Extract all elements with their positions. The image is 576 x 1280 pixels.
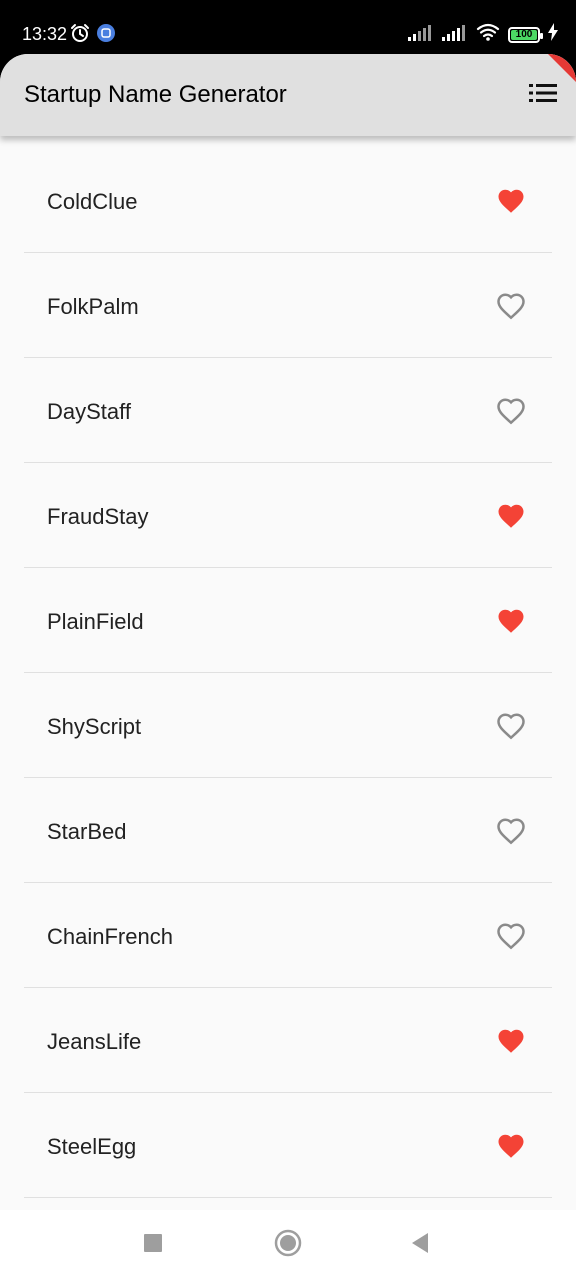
name-list: ColdClue FolkPalm DayStaff FraudStay Pla… — [24, 148, 552, 1198]
status-left-icons — [70, 23, 116, 48]
list-item[interactable]: FolkPalm — [24, 253, 552, 358]
list-item-name: ShyScript — [47, 714, 142, 739]
battery-level: 100 — [515, 28, 533, 40]
recents-button[interactable] — [136, 1228, 170, 1262]
list-icon — [529, 82, 557, 109]
heart-outline-icon[interactable] — [495, 396, 527, 426]
battery-tip — [540, 32, 543, 39]
heart-outline-icon[interactable] — [495, 921, 527, 951]
signal-icon — [408, 23, 434, 46]
app-notification-icon — [96, 23, 116, 48]
heart-icon[interactable] — [495, 1026, 527, 1056]
status-time: 13:32 — [22, 24, 68, 44]
heart-icon[interactable] — [495, 186, 527, 216]
system-nav-bar — [0, 1210, 576, 1280]
heart-outline-icon[interactable] — [495, 711, 527, 741]
back-triangle-icon — [410, 1232, 430, 1259]
list-item-name: FraudStay — [47, 504, 149, 529]
list-item[interactable]: StarBed — [24, 778, 552, 883]
list-item-name: PlainField — [47, 609, 144, 634]
signal-icon — [442, 23, 468, 46]
home-circle-icon — [274, 1229, 302, 1262]
app-screen: Startup Name Generator ColdClue FolkPalm — [0, 54, 576, 1210]
debug-corner-ribbon — [548, 54, 576, 82]
list-item-name: ChainFrench — [47, 924, 173, 949]
list-item-name: DayStaff — [47, 399, 131, 424]
recents-square-icon — [143, 1233, 163, 1258]
list-item-name: StarBed — [47, 819, 127, 844]
list-item[interactable]: FraudStay — [24, 463, 552, 568]
list-item[interactable]: ColdClue — [24, 148, 552, 253]
battery-icon: 100 — [508, 26, 543, 43]
heart-icon[interactable] — [495, 606, 527, 636]
alarm-icon — [70, 23, 90, 48]
charging-icon — [548, 23, 558, 46]
list-item-name: SteelEgg — [47, 1134, 137, 1159]
heart-outline-icon[interactable] — [495, 816, 527, 846]
list-item[interactable]: JeansLife — [24, 988, 552, 1093]
app-bar: Startup Name Generator — [0, 54, 576, 136]
list-item[interactable]: PlainField — [24, 568, 552, 673]
page-title: Startup Name Generator — [24, 81, 287, 108]
list-item[interactable]: DayStaff — [24, 358, 552, 463]
wifi-icon — [476, 23, 500, 46]
list-item[interactable]: ShyScript — [24, 673, 552, 778]
saved-list-button[interactable] — [528, 80, 558, 110]
home-button[interactable] — [271, 1228, 305, 1262]
back-button[interactable] — [403, 1228, 437, 1262]
list-item-name: JeansLife — [47, 1029, 142, 1054]
list-item[interactable]: ChainFrench — [24, 883, 552, 988]
status-right-icons: 100 — [408, 23, 558, 46]
list-item-name: ColdClue — [47, 189, 138, 214]
heart-outline-icon[interactable] — [495, 291, 527, 321]
list-item[interactable]: SteelEgg — [24, 1093, 552, 1198]
heart-icon[interactable] — [495, 1131, 527, 1161]
heart-icon[interactable] — [495, 501, 527, 531]
list-item-name: FolkPalm — [47, 294, 139, 319]
